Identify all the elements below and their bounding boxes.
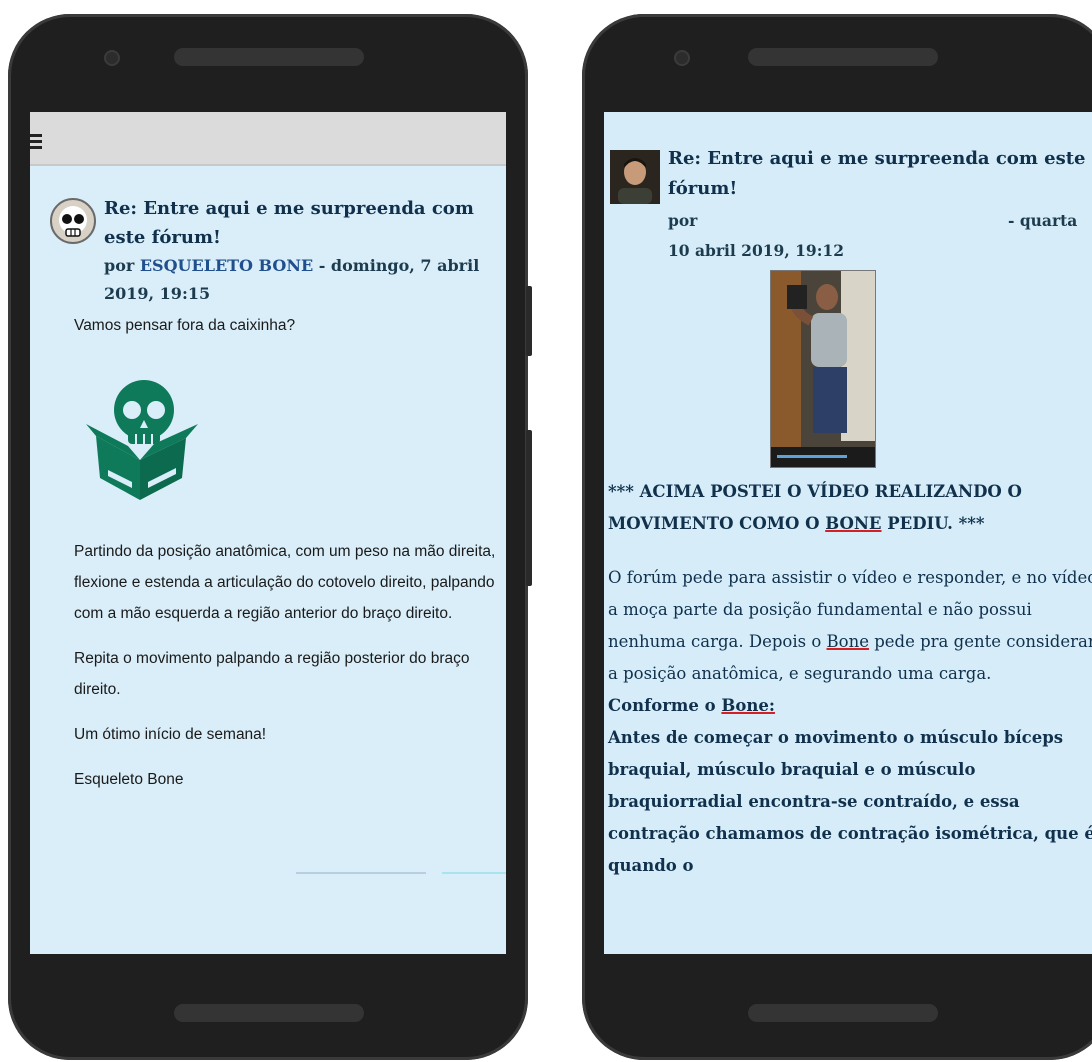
post-body-intro: Vamos pensar fora da caixinha? xyxy=(74,312,504,340)
paragraph: Repita o movimento palpando a região pos… xyxy=(74,650,470,698)
post-meta: por - quarta 10 abril 2019, 19:12 xyxy=(668,206,1092,266)
post-date-day: - quarta xyxy=(1008,211,1078,230)
intro-text: Vamos pensar fora da caixinha? xyxy=(74,317,296,334)
post-title[interactable]: Re: Entre aqui e me surpreenda com este … xyxy=(668,144,1092,204)
front-camera-icon xyxy=(104,50,120,66)
earpiece-speaker xyxy=(748,48,938,66)
author-link[interactable]: ESQUELETO BONE xyxy=(140,256,313,275)
mention-bone: Bone: xyxy=(721,696,775,715)
paragraph: Partindo da posição anatômica, com um pe… xyxy=(74,543,496,622)
hamburger-menu-icon[interactable] xyxy=(30,134,42,152)
front-camera-icon xyxy=(674,50,690,66)
by-label: por xyxy=(104,256,140,275)
notice-text: PEDIU. *** xyxy=(881,514,985,533)
avatar[interactable] xyxy=(610,150,660,204)
divider xyxy=(296,872,426,874)
forum-screen-right: Re: Entre aqui e me surpreenda com este … xyxy=(604,112,1092,954)
by-label: por xyxy=(668,211,698,230)
divider xyxy=(442,872,506,874)
paragraph: O forúm pede para assistir o vídeo e res… xyxy=(608,562,1092,690)
post-title[interactable]: Re: Entre aqui e me surpreenda com este … xyxy=(104,194,494,252)
post-body: Partindo da posição anatômica, com um pe… xyxy=(74,536,504,809)
avatar[interactable] xyxy=(50,198,96,244)
signature: Esqueleto Bone xyxy=(74,771,184,788)
bottom-speaker xyxy=(748,1004,938,1022)
conforme-text: Conforme o xyxy=(608,696,722,715)
phone-frame-right: Re: Entre aqui e me surpreenda com este … xyxy=(582,14,1092,1060)
post-date: 10 abril 2019, 19:12 xyxy=(668,241,844,260)
video-thumbnail[interactable] xyxy=(770,270,876,468)
phone-frame-left: Re: Entre aqui e me surpreenda com este … xyxy=(8,14,532,1060)
paragraph: Um ótimo início de semana! xyxy=(74,726,267,743)
video-notice: *** ACIMA POSTEI O VÍDEO REALIZANDO O MO… xyxy=(608,476,1092,540)
bottom-speaker xyxy=(174,1004,364,1022)
mention-bone: BONE xyxy=(825,514,882,533)
forum-screen-left: Re: Entre aqui e me surpreenda com este … xyxy=(30,112,506,954)
top-navbar xyxy=(30,112,506,166)
volume-button xyxy=(526,286,532,356)
power-button xyxy=(526,430,532,586)
post-body: *** ACIMA POSTEI O VÍDEO REALIZANDO O MO… xyxy=(608,476,1092,882)
post-meta: por ESQUELETO BONE - domingo, 7 abril 20… xyxy=(104,252,494,308)
paragraph: Antes de começar o movimento o músculo b… xyxy=(608,728,1092,875)
earpiece-speaker xyxy=(174,48,364,66)
conforme-line: Conforme o Bone: xyxy=(608,690,1092,722)
skull-box-logo-icon xyxy=(82,374,202,504)
mention-bone: Bone xyxy=(826,632,869,651)
